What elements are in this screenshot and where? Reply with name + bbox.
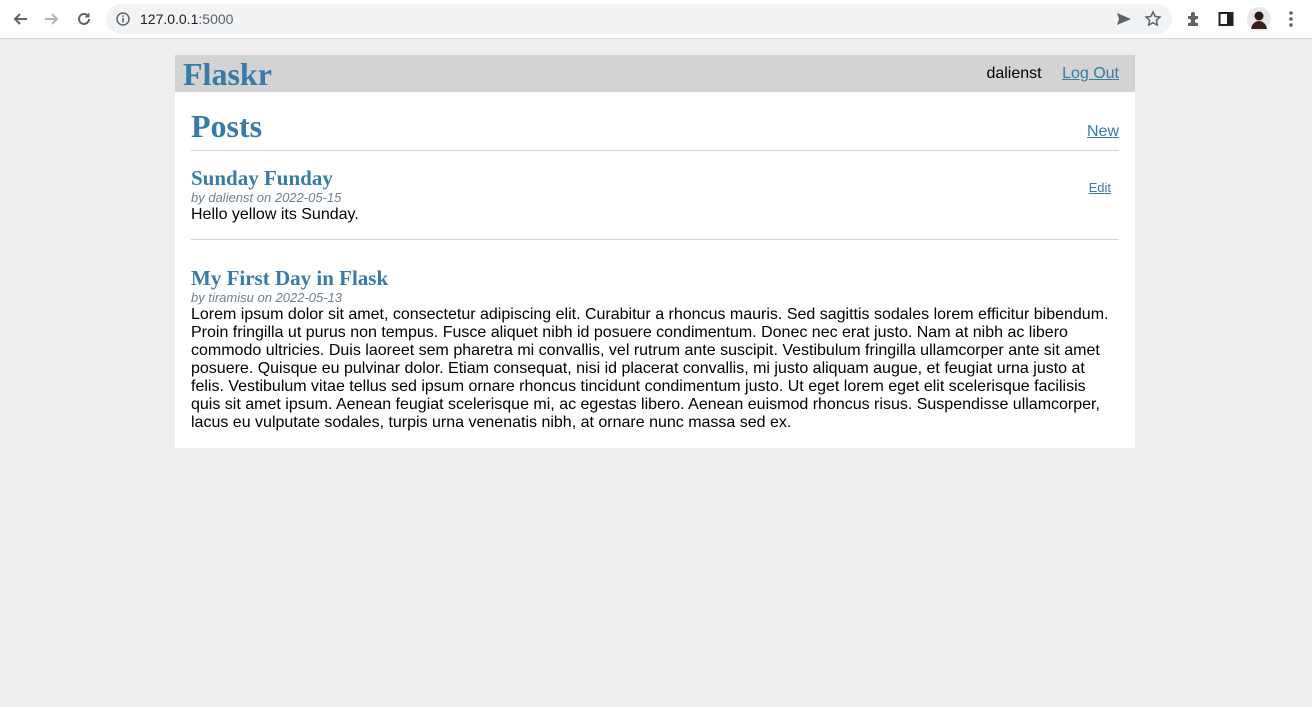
more-menu-icon[interactable] [1281,9,1301,29]
logout-link[interactable]: Log Out [1062,65,1119,82]
browser-toolbar: 127.0.0.1:5000 [0,0,1312,39]
post-body: Hello yellow its Sunday. [191,206,359,223]
main-content: Posts New Sunday Funday by dalienst on 2… [175,92,1135,448]
post-meta: by tiramisu on 2022-05-13 [191,290,343,305]
brand-title[interactable]: Flaskr [183,56,272,92]
star-icon[interactable] [1144,10,1162,28]
site-nav: Flaskr dalienst Log Out [175,55,1135,92]
edit-post-link[interactable]: Edit [1089,180,1111,195]
post-item: Sunday Funday by dalienst on 2022-05-15 … [191,151,1119,224]
profile-avatar[interactable] [1247,7,1271,31]
post-title: My First Day in Flask [191,266,389,290]
extensions-icon[interactable] [1184,9,1204,29]
page-container: Flaskr dalienst Log Out Posts New Sunday… [175,55,1135,448]
side-panel-icon[interactable] [1216,9,1236,29]
new-post-link[interactable]: New [1087,123,1119,141]
username-label: dalienst [986,65,1042,82]
post-title: Sunday Funday [191,166,333,190]
page-title: Posts [191,108,263,144]
nav-user-links: dalienst Log Out [986,65,1119,83]
send-icon[interactable] [1116,11,1132,27]
content-header: Posts New [191,92,1119,151]
post-meta: by dalienst on 2022-05-15 [191,190,342,205]
forward-arrow-icon[interactable] [42,9,62,29]
url-host: 127.0.0.1 [140,11,199,27]
back-arrow-icon[interactable] [10,9,30,29]
reload-icon[interactable] [74,9,94,29]
post-body: Lorem ipsum dolor sit amet, consectetur … [191,306,1109,431]
url-text[interactable]: 127.0.0.1:5000 [140,11,233,27]
url-port: :5000 [198,11,234,27]
info-icon[interactable] [116,12,130,26]
address-bar[interactable]: 127.0.0.1:5000 [106,4,1172,34]
post-item: My First Day in Flask by tiramisu on 202… [191,240,1119,432]
